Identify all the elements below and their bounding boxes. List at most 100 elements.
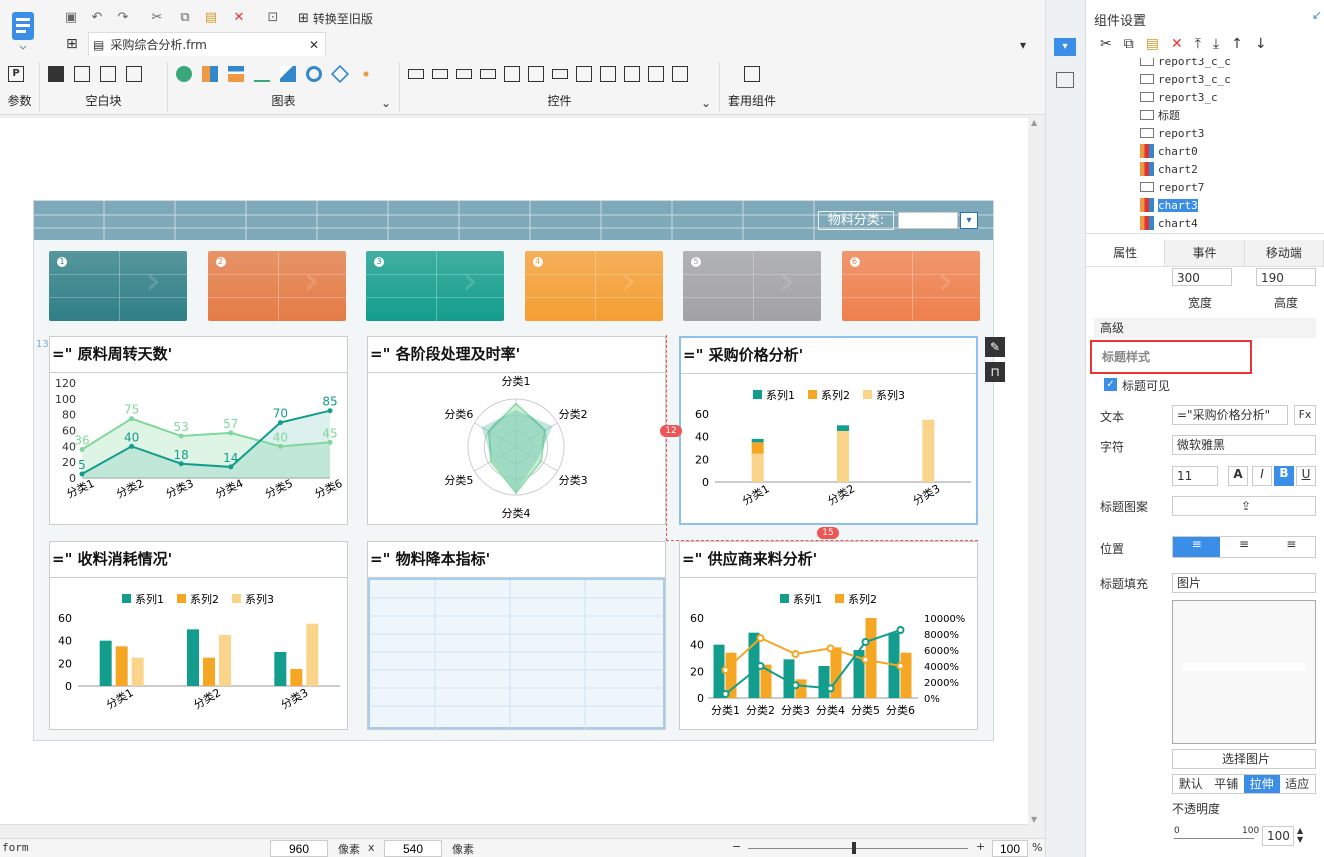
report-body[interactable]: 物料分类: ▾ ›1›2›3›4›5›6 135像素 =" 原料周转天数' 02… bbox=[33, 200, 1005, 741]
app-logo-icon[interactable] bbox=[8, 8, 38, 52]
chart-expand-icon[interactable]: ⌄ bbox=[381, 96, 391, 110]
tab-mobile[interactable]: 移动端 bbox=[1244, 240, 1324, 266]
horizontal-scrollbar[interactable] bbox=[0, 824, 1028, 838]
font-color-icon[interactable]: A bbox=[1228, 466, 1248, 486]
tree-item[interactable]: chart0 bbox=[1086, 142, 1324, 160]
tree-item[interactable]: chart4 bbox=[1086, 214, 1324, 232]
tree-item[interactable]: report3_c_c bbox=[1086, 58, 1324, 70]
image-mode-option[interactable]: 适应 bbox=[1280, 775, 1316, 793]
search-icon[interactable] bbox=[672, 66, 688, 82]
category-dropdown-icon[interactable]: ▾ bbox=[960, 212, 978, 229]
zoom-input[interactable] bbox=[992, 840, 1028, 857]
scroll-up-icon[interactable]: ▲ bbox=[1031, 118, 1037, 127]
tree-item[interactable]: chart3 bbox=[1086, 196, 1324, 214]
font-select[interactable]: 微软雅黑 bbox=[1172, 435, 1316, 455]
opacity-input[interactable]: 100 bbox=[1262, 826, 1294, 846]
choose-image-button[interactable]: 选择图片 bbox=[1172, 749, 1316, 769]
title-visible-checkbox[interactable]: ✓ bbox=[1104, 378, 1117, 391]
kpi-card[interactable]: › 2 bbox=[207, 251, 346, 321]
opacity-slider[interactable] bbox=[1174, 838, 1254, 839]
layout-icon[interactable] bbox=[1056, 72, 1074, 88]
bold-icon[interactable]: B bbox=[1274, 466, 1294, 486]
tab-menu-icon[interactable]: ▾ bbox=[1020, 38, 1026, 52]
height-input[interactable] bbox=[384, 840, 442, 857]
move-down-icon[interactable]: ↓ bbox=[1255, 36, 1267, 52]
split-v-icon[interactable] bbox=[100, 66, 116, 82]
grid-block-icon[interactable] bbox=[126, 66, 142, 82]
panel-turnover[interactable]: =" 原料周转天数' 0 20 40 60 80 100 120 36 75 53 57 40 45 5 4… bbox=[49, 336, 348, 525]
width-input[interactable] bbox=[270, 840, 328, 857]
kpi-card[interactable]: › 5 bbox=[683, 251, 821, 321]
date-icon[interactable] bbox=[504, 66, 520, 82]
upload-icon[interactable]: ⇪ bbox=[1172, 496, 1316, 516]
area-chart-icon[interactable] bbox=[280, 66, 296, 82]
formula-icon[interactable]: Fx bbox=[1294, 405, 1316, 425]
delete-icon[interactable]: ✕ bbox=[228, 8, 250, 28]
unlock-icon[interactable]: ⊓ bbox=[985, 362, 1005, 382]
paste-icon[interactable]: ▤ bbox=[1146, 36, 1159, 52]
edit-icon[interactable]: ✎ bbox=[985, 337, 1005, 357]
line-chart-icon[interactable] bbox=[254, 66, 270, 82]
tree-item[interactable]: report3 bbox=[1086, 124, 1324, 142]
collapse-icon[interactable]: ↙ bbox=[1312, 8, 1322, 22]
category-input[interactable] bbox=[898, 212, 958, 229]
height-field[interactable]: 190 bbox=[1256, 268, 1316, 286]
combobox-icon[interactable] bbox=[480, 69, 496, 79]
save-icon[interactable]: ▣ bbox=[60, 8, 82, 28]
grid-icon[interactable]: ⊞ bbox=[66, 36, 78, 52]
fill-select[interactable]: 图片 bbox=[1172, 573, 1316, 593]
component-settings-icon[interactable]: ▾ bbox=[1054, 38, 1076, 56]
delete-icon[interactable]: ✕ bbox=[1171, 36, 1183, 52]
gauge-chart-icon[interactable] bbox=[306, 66, 322, 82]
lab-icon[interactable] bbox=[432, 69, 448, 79]
panel-price[interactable]: =" 采购价格分析' 系列1 系列2 系列3 0 20 40 60 分类1 分类2 分类3 bbox=[679, 336, 978, 525]
move-top-icon[interactable]: ⤒ bbox=[1195, 36, 1201, 52]
italic-icon[interactable]: I bbox=[1252, 466, 1272, 486]
tab-file[interactable]: ▤ 采购综合分析.frm ✕ bbox=[88, 32, 326, 56]
align-left-icon[interactable]: ≡ bbox=[1173, 537, 1221, 557]
paste-icon[interactable]: ▤ bbox=[200, 8, 222, 28]
panel-timeliness[interactable]: =" 各阶段处理及时率' 分类1 分类2 分类3 分类4 分类5 分类6 bbox=[367, 336, 666, 525]
image-mode-option[interactable]: 拉伸 bbox=[1244, 775, 1280, 793]
panel-consumption[interactable]: =" 收料消耗情况' 系列1 系列2 系列3 0 20 40 60 分类1 分类2 分类3 bbox=[49, 541, 348, 730]
tree-item[interactable]: report3_c_c bbox=[1086, 70, 1324, 88]
tab-events[interactable]: 事件 bbox=[1165, 240, 1245, 266]
cut-icon[interactable]: ✂ bbox=[1100, 36, 1112, 52]
tree-icon[interactable] bbox=[648, 66, 664, 82]
design-canvas[interactable]: 物料分类: ▾ ›1›2›3›4›5›6 135像素 =" 原料周转天数' 02… bbox=[0, 118, 1028, 824]
text-field[interactable]: ="采购价格分析" bbox=[1172, 405, 1288, 425]
vertical-scrollbar[interactable]: ▲ ▼ bbox=[1028, 118, 1044, 824]
preview-icon[interactable]: ⊡ bbox=[262, 8, 284, 28]
image-mode-option[interactable]: 平铺 bbox=[1209, 775, 1245, 793]
copy-icon[interactable]: ⧉ bbox=[1124, 36, 1134, 52]
kpi-card[interactable]: › 4 bbox=[524, 251, 663, 321]
label-icon[interactable] bbox=[408, 69, 424, 79]
tab-attributes[interactable]: 属性 bbox=[1086, 240, 1166, 266]
split-h-icon[interactable] bbox=[74, 66, 90, 82]
calendar-icon[interactable] bbox=[528, 66, 544, 82]
zoom-in-icon[interactable]: + bbox=[976, 840, 985, 853]
radar-chart-icon[interactable] bbox=[330, 64, 350, 84]
component-tree[interactable]: report3_c_c report3_c_c report3_c 标题 report3… bbox=[1086, 58, 1324, 234]
redo-icon[interactable]: ↷ bbox=[112, 8, 134, 28]
font-size-select[interactable]: 11 bbox=[1172, 466, 1218, 486]
tree-item[interactable]: report3_c bbox=[1086, 88, 1324, 106]
textbox-icon[interactable] bbox=[456, 69, 472, 79]
move-up-icon[interactable]: ↑ bbox=[1231, 36, 1243, 52]
zoom-handle[interactable] bbox=[852, 842, 856, 854]
scatter-chart-icon[interactable] bbox=[358, 66, 374, 82]
panel-cost-reduction[interactable]: =" 物料降本指标' bbox=[367, 541, 666, 730]
align-center-icon[interactable]: ≡ bbox=[1220, 537, 1267, 557]
template-icon[interactable] bbox=[744, 66, 760, 82]
cut-icon[interactable]: ✂ bbox=[146, 8, 168, 28]
panel-supplier[interactable]: =" 供应商来料分析' 系列1 系列2 0 20 40 60 0% 2000% 4000% 600… bbox=[679, 541, 978, 730]
pie-chart-icon[interactable] bbox=[176, 66, 192, 82]
tree-item[interactable]: chart2 bbox=[1086, 160, 1324, 178]
bar-chart-icon[interactable] bbox=[202, 66, 218, 82]
control-expand-icon[interactable]: ⌄ bbox=[701, 96, 711, 110]
list-icon[interactable] bbox=[576, 66, 592, 82]
close-tab-icon[interactable]: ✕ bbox=[309, 38, 319, 52]
advanced-section[interactable]: 高级 bbox=[1094, 318, 1316, 338]
undo-icon[interactable]: ↶ bbox=[86, 8, 108, 28]
convert-button[interactable]: ⊞ 转换至旧版 bbox=[298, 8, 373, 28]
